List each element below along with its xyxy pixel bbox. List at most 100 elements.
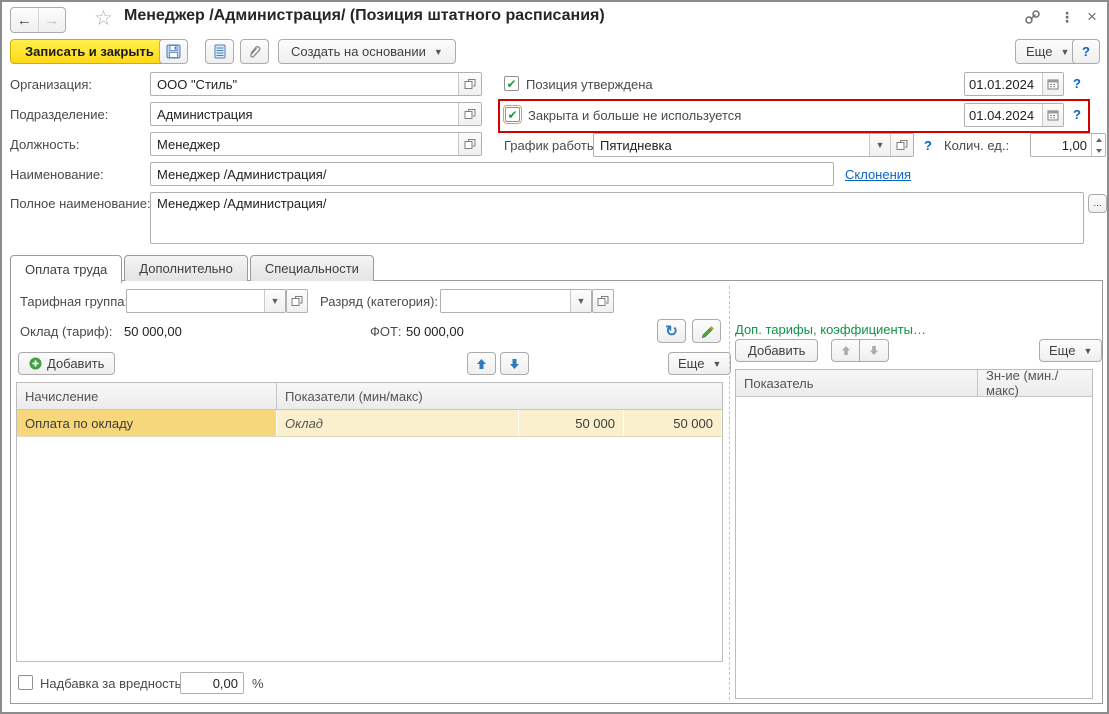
name-field[interactable]: [150, 162, 834, 186]
calendar-icon[interactable]: [1042, 73, 1063, 95]
grade-input[interactable]: [441, 290, 570, 312]
open-icon[interactable]: [890, 134, 913, 156]
tariff-group-input[interactable]: [127, 290, 264, 312]
favorite-star-icon[interactable]: ☆: [94, 6, 113, 31]
move-up-button[interactable]: [467, 352, 496, 375]
organization-input[interactable]: [151, 73, 458, 95]
column-header-value[interactable]: Зн-ие (мин./макс): [978, 368, 1092, 398]
tariff-group-combo[interactable]: ▼: [126, 289, 286, 313]
closed-checkbox[interactable]: ✔: [503, 105, 522, 124]
chevron-down-icon[interactable]: ▼: [264, 290, 285, 312]
indicator-min-cell[interactable]: 50 000: [519, 410, 624, 436]
quantity-input[interactable]: [1031, 134, 1091, 156]
fot-value: 50 000,00: [406, 324, 464, 339]
calendar-icon[interactable]: [1042, 104, 1063, 126]
column-header-indicator[interactable]: Показатель: [736, 370, 978, 396]
extra-tariffs-link[interactable]: Доп. тарифы, коэффициенты…: [735, 322, 926, 337]
add-accrual-button[interactable]: Добавить: [18, 352, 116, 375]
full-name-label: Полное наименование:: [10, 196, 151, 211]
arrow-down-icon: [510, 358, 519, 369]
approved-help[interactable]: ?: [1073, 76, 1081, 91]
grade-combo[interactable]: ▼: [440, 289, 592, 313]
hazard-checkbox[interactable]: [18, 675, 33, 690]
hazard-label: Надбавка за вредность: [40, 676, 182, 691]
more-menu-icon[interactable]: ⋮: [1060, 9, 1074, 26]
closed-date-input[interactable]: [965, 104, 1042, 126]
approved-date-field[interactable]: [964, 72, 1064, 96]
hazard-input[interactable]: [181, 673, 243, 693]
full-name-textarea[interactable]: Менеджер /Администрация/: [150, 192, 1084, 244]
closed-help[interactable]: ?: [1073, 107, 1081, 122]
tab-specialties[interactable]: Специальности: [249, 255, 374, 281]
move-down-button-disabled[interactable]: [860, 339, 889, 362]
document-register-button[interactable]: [205, 39, 234, 64]
toolbar-more-button[interactable]: Еще ▼: [1015, 39, 1081, 64]
indicators-more-button[interactable]: Еще ▼: [1039, 339, 1103, 362]
forward-icon[interactable]: →: [39, 8, 66, 32]
arrow-down-icon: [869, 345, 879, 356]
fot-label: ФОТ:: [370, 324, 402, 339]
panel-splitter[interactable]: [729, 286, 730, 700]
open-icon[interactable]: [592, 289, 614, 313]
help-button[interactable]: ?: [1072, 39, 1100, 64]
register-icon: [214, 44, 225, 59]
declensions-link[interactable]: Склонения: [845, 167, 911, 182]
accruals-more-button[interactable]: Еще ▼: [668, 352, 732, 375]
quantity-field[interactable]: [1030, 133, 1106, 157]
plus-icon: [29, 357, 42, 370]
hazard-field[interactable]: [180, 672, 244, 694]
tab-bar: Оплата труда Дополнительно Специальности: [10, 255, 376, 283]
organization-label: Организация:: [10, 77, 93, 92]
save-icon-button[interactable]: [159, 39, 188, 64]
indicators-table-header: Показатель Зн-ие (мин./макс): [736, 368, 1092, 398]
approved-checkbox[interactable]: ✔: [504, 76, 519, 91]
table-row[interactable]: Оплата по окладу Оклад 50 000 50 000: [17, 410, 722, 437]
schedule-combo[interactable]: ▼: [593, 133, 914, 157]
expand-text-button[interactable]: ...: [1088, 194, 1107, 213]
chevron-down-icon[interactable]: ▼: [869, 134, 890, 156]
paperclip-icon: [250, 46, 261, 58]
tab-salary[interactable]: Оплата труда: [10, 255, 123, 283]
department-input[interactable]: [151, 103, 458, 125]
approved-date-input[interactable]: [965, 73, 1042, 95]
open-icon[interactable]: [458, 73, 481, 95]
add-indicator-button[interactable]: Добавить: [735, 339, 819, 362]
open-icon[interactable]: [458, 103, 481, 125]
move-down-button[interactable]: [500, 352, 529, 375]
close-icon[interactable]: ×: [1087, 7, 1097, 27]
column-header-indicators[interactable]: Показатели (мин/макс): [277, 383, 722, 409]
salary-label: Оклад (тариф):: [20, 324, 113, 339]
attachments-button[interactable]: [240, 39, 269, 64]
column-header-accrual[interactable]: Начисление: [17, 383, 277, 409]
department-field[interactable]: [150, 102, 482, 126]
hazard-unit: %: [252, 676, 264, 691]
chevron-down-icon: ▼: [1083, 345, 1093, 356]
get-link-icon[interactable]: [1024, 9, 1041, 26]
schedule-input[interactable]: [594, 134, 869, 156]
refresh-button[interactable]: ↻: [657, 319, 686, 343]
indicator-max-cell[interactable]: 50 000: [624, 410, 722, 436]
form-window: ← → ☆ Менеджер /Администрация/ (Позиция …: [0, 0, 1109, 714]
chevron-down-icon[interactable]: ▼: [570, 290, 591, 312]
position-field[interactable]: [150, 132, 482, 156]
back-icon[interactable]: ←: [11, 8, 39, 32]
organization-field[interactable]: [150, 72, 482, 96]
closed-date-field[interactable]: [964, 103, 1064, 127]
accrual-cell[interactable]: Оплата по окладу: [17, 410, 277, 436]
chevron-down-icon: ▼: [1060, 46, 1070, 57]
schedule-help[interactable]: ?: [924, 138, 932, 153]
open-icon[interactable]: [286, 289, 308, 313]
quantity-stepper[interactable]: [1091, 134, 1105, 156]
edit-button[interactable]: [692, 319, 721, 343]
position-input[interactable]: [151, 133, 458, 155]
schedule-label: График работы:: [504, 138, 600, 153]
indicators-table: Показатель Зн-ие (мин./макс): [735, 368, 1093, 699]
move-up-button-disabled[interactable]: [831, 339, 860, 362]
pencil-icon: [701, 326, 714, 338]
create-based-on-button[interactable]: Создать на основании ▼: [278, 39, 456, 64]
save-close-button[interactable]: Записать и закрыть: [10, 39, 169, 64]
name-input[interactable]: [151, 163, 833, 185]
tab-additional[interactable]: Дополнительно: [124, 255, 248, 281]
open-icon[interactable]: [458, 133, 481, 155]
indicator-cell[interactable]: Оклад: [277, 410, 519, 436]
